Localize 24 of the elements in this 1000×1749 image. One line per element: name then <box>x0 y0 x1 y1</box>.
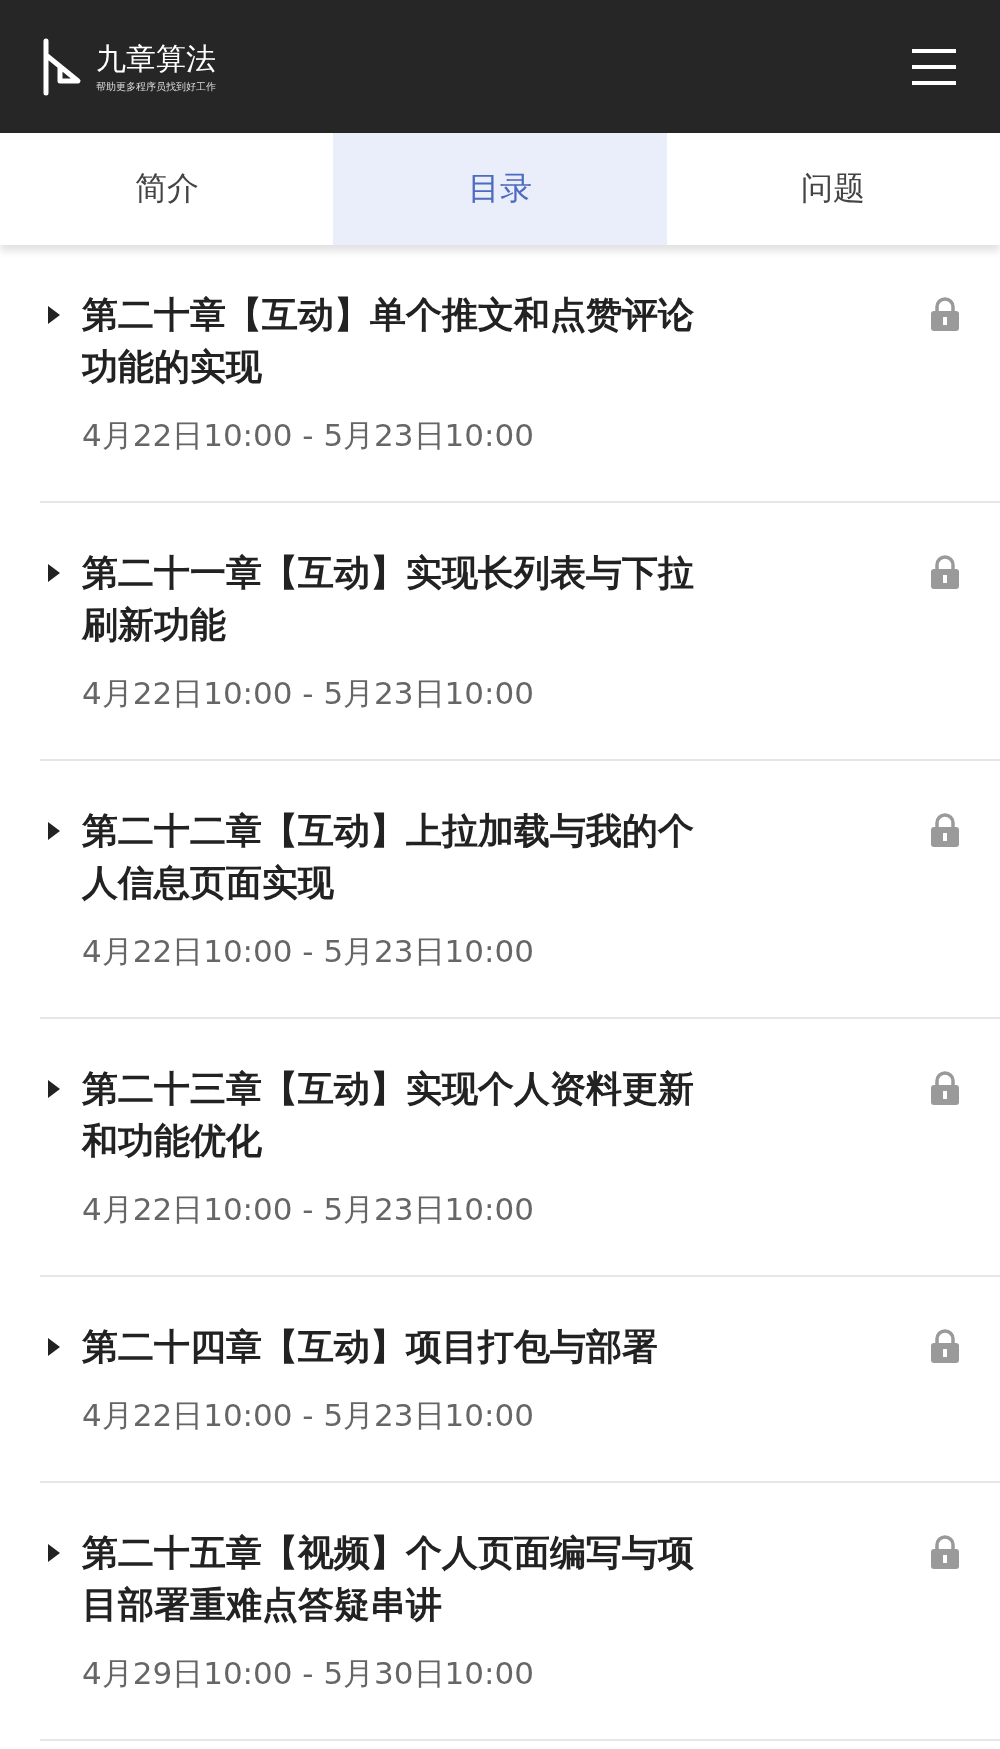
chapter-title[interactable]: 第二十一章【互动】实现长列表与下拉刷新功能 <box>82 547 722 651</box>
chapter-title[interactable]: 第二十二章【互动】上拉加载与我的个人信息页面实现 <box>82 805 722 909</box>
caret-icon[interactable] <box>48 306 60 324</box>
chapter-title[interactable]: 第二十三章【互动】实现个人资料更新和功能优化 <box>82 1063 722 1167</box>
chapter-time: 4月22日10:00 - 5月23日10:00 <box>82 932 535 971</box>
caret-icon[interactable] <box>48 1080 60 1098</box>
chapter-title[interactable]: 第二十四章【互动】项目打包与部署 <box>82 1321 722 1373</box>
brand-tagline: 帮助更多程序员找到好工作 <box>96 80 216 93</box>
tab[interactable]: 目录 <box>333 133 667 245</box>
chapter-title[interactable]: 第二十五章【视频】个人页面编写与项目部署重难点答疑串讲 <box>82 1527 722 1631</box>
chapter-time: 4月22日10:00 - 5月23日10:00 <box>82 1190 535 1229</box>
tab[interactable]: 简介 <box>0 133 334 245</box>
caret-icon[interactable] <box>48 822 60 840</box>
chapter-time: 4月22日10:00 - 5月23日10:00 <box>82 416 535 455</box>
chapter-time: 4月29日10:00 - 5月30日10:00 <box>82 1654 535 1693</box>
chapter-time: 4月22日10:00 - 5月23日10:00 <box>82 674 535 713</box>
tab[interactable]: 问题 <box>666 133 1000 245</box>
caret-icon[interactable] <box>48 564 60 582</box>
chapter-time: 4月22日10:00 - 5月23日10:00 <box>82 1396 535 1435</box>
caret-icon[interactable] <box>48 1544 60 1562</box>
menu-icon[interactable] <box>912 48 956 85</box>
brand-name: 九章算法 <box>96 40 216 77</box>
chapter-title[interactable]: 第二十章【互动】单个推文和点赞评论功能的实现 <box>82 289 722 393</box>
caret-icon[interactable] <box>48 1338 60 1356</box>
